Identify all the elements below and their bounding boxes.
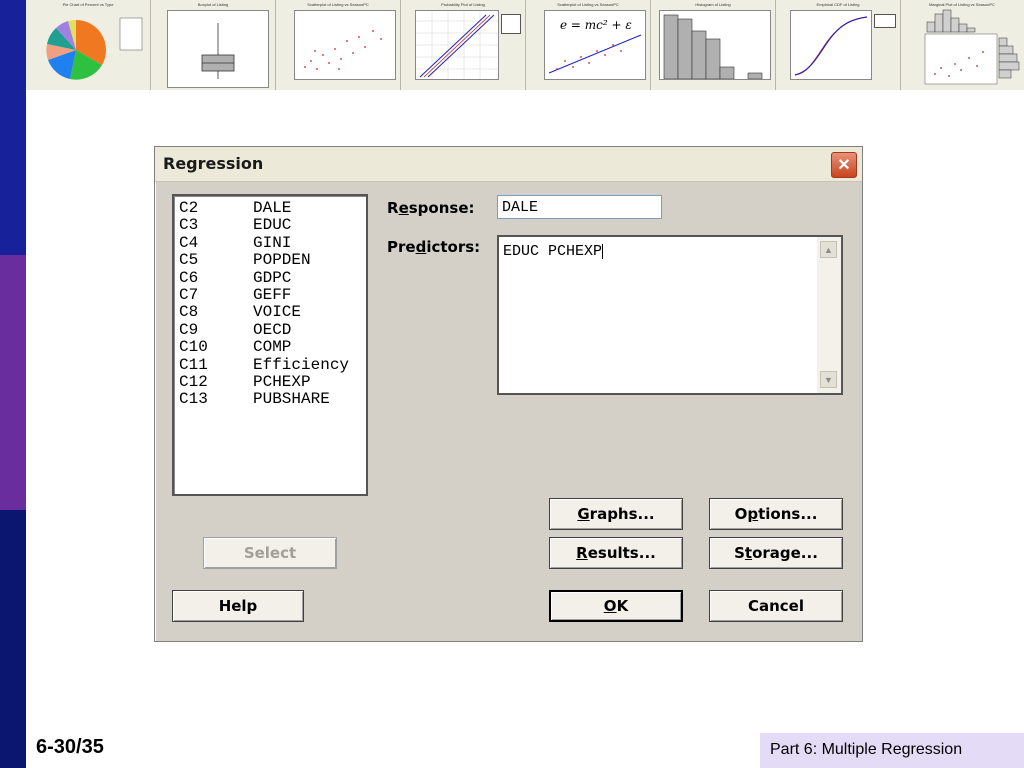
thumbnail-marginal-plot: Marginal Plot of Listing vs SeasonPC bbox=[901, 0, 1023, 90]
scatter-area bbox=[294, 10, 396, 80]
thumbnail-cdf: Empirical CDF of Listing bbox=[776, 0, 901, 90]
thumbnail-title: Scatterplot of Listing vs SeasonPC bbox=[307, 2, 369, 7]
variable-column-id: C5 bbox=[179, 251, 199, 270]
variable-list-item[interactable]: C7 GEFF bbox=[179, 287, 291, 304]
left-bar-segment-bottom bbox=[0, 510, 26, 768]
cancel-button[interactable]: Cancel bbox=[709, 590, 843, 622]
help-button[interactable]: Help bbox=[172, 590, 304, 622]
thumbnail-title: Marginal Plot of Listing vs SeasonPC bbox=[929, 2, 995, 7]
variable-list-item[interactable]: C13 PUBSHARE bbox=[179, 391, 330, 408]
variable-column-id: C12 bbox=[179, 373, 208, 391]
select-button[interactable]: Select bbox=[203, 537, 337, 569]
variable-column-id: C9 bbox=[179, 320, 199, 339]
variable-column-id: C13 bbox=[179, 390, 208, 409]
variable-column-id: C10 bbox=[179, 338, 208, 357]
ok-button[interactable]: OK bbox=[549, 590, 683, 622]
variable-list-item[interactable]: C8 VOICE bbox=[179, 304, 301, 321]
response-label: Response: bbox=[387, 199, 475, 217]
variable-list-item[interactable]: C5 POPDEN bbox=[179, 252, 311, 269]
probability-legend bbox=[501, 14, 521, 34]
variable-list-item[interactable]: C3 EDUC bbox=[179, 217, 291, 234]
thumbnail-title: Histogram of Listing bbox=[695, 2, 731, 7]
variable-list[interactable]: C2 DALE C3 EDUC C4 GINI C5 POPDEN C6 GDPC C7 GEFF C8… bbox=[172, 194, 368, 496]
variable-column-id: C7 bbox=[179, 286, 199, 304]
close-icon: ✕ bbox=[837, 157, 851, 174]
variable-name: PUBSHARE bbox=[253, 390, 330, 409]
thumbnail-scatter-fit: Scatterplot of Listing vs SeasonPC e = m… bbox=[526, 0, 651, 90]
thumbnail-title: Scatterplot of Listing vs SeasonPC bbox=[557, 2, 619, 7]
scroll-up-icon[interactable]: ▲ bbox=[820, 241, 837, 258]
left-bar-segment-top bbox=[0, 0, 26, 255]
close-button[interactable]: ✕ bbox=[831, 152, 857, 178]
variable-list-item[interactable]: C12 PCHEXP bbox=[179, 374, 311, 391]
thumbnail-title: Probability Plot of Listing bbox=[441, 2, 485, 7]
variable-column-id: C11 bbox=[179, 355, 208, 374]
variable-column-id: C6 bbox=[179, 268, 199, 287]
thumbnail-title: Boxplot of Listing bbox=[197, 2, 229, 7]
variable-name: Efficiency bbox=[253, 355, 350, 374]
variable-name: POPDEN bbox=[253, 251, 311, 270]
thumbnail-pie-chart: Pie Chart of Percent vs Type bbox=[26, 0, 151, 90]
variable-list-item[interactable]: C4 GINI bbox=[179, 233, 292, 252]
variable-list-item[interactable]: C10 COMP bbox=[179, 339, 291, 356]
formula-text: e = mc² + ε bbox=[560, 18, 632, 32]
options-button[interactable]: Op tions... bbox=[709, 498, 843, 530]
histogram-area bbox=[659, 10, 771, 80]
predictors-scrollbar[interactable]: ▲ ▼ bbox=[817, 237, 841, 393]
variable-column-id: C4 bbox=[179, 233, 199, 252]
variable-list-item[interactable]: C2 DALE bbox=[179, 200, 291, 217]
left-bar-segment-middle bbox=[0, 255, 26, 510]
thumbnail-boxplot: Boxplot of Listing bbox=[151, 0, 276, 90]
cdf-area bbox=[790, 10, 872, 80]
section-label-box: Part 6: Multiple Regression bbox=[760, 733, 1024, 768]
boxplot-area bbox=[167, 10, 269, 88]
thumbnail-strip: Pie Chart of Percent vs Type Boxplot of … bbox=[26, 0, 1024, 90]
variable-list-item[interactable]: C9 OECD bbox=[179, 320, 292, 339]
variable-name: GINI bbox=[253, 233, 292, 252]
regression-dialog: Regression ✕ C2 DALE C3 EDUC C4 GINI C5 POPDEN C… bbox=[154, 146, 863, 642]
variable-column-id: C3 bbox=[179, 216, 199, 235]
pie-chart-graphic bbox=[46, 17, 143, 80]
variable-name: VOICE bbox=[253, 303, 302, 322]
results-button[interactable]: Results... bbox=[549, 537, 683, 569]
marginal-graphic bbox=[924, 9, 1020, 85]
variable-name: GDPC bbox=[253, 268, 292, 287]
thumbnail-probability-plot: Probability Plot of Listing bbox=[401, 0, 526, 90]
predictors-text: EDUC PCHEXP bbox=[503, 243, 604, 260]
thumbnail-title: Empirical CDF of Listing bbox=[816, 2, 860, 7]
thumbnail-histogram: Histogram of Listing bbox=[651, 0, 776, 90]
variable-name: COMP bbox=[253, 338, 292, 357]
cdf-legend bbox=[874, 14, 896, 28]
variable-name: GEFF bbox=[253, 286, 292, 304]
variable-list-item[interactable]: C6 GDPC bbox=[179, 268, 292, 287]
storage-button[interactable]: St orage... bbox=[709, 537, 843, 569]
probability-area bbox=[415, 10, 499, 80]
variable-column-id: C8 bbox=[179, 303, 199, 322]
left-accent-bar bbox=[0, 0, 26, 768]
variable-name: PCHEXP bbox=[253, 373, 311, 391]
response-input[interactable]: DALE bbox=[497, 195, 662, 219]
predictors-input[interactable]: EDUC PCHEXP ▲ ▼ bbox=[497, 235, 843, 395]
dialog-titlebar: Regression ✕ bbox=[155, 147, 862, 182]
predictors-label: Predictors: bbox=[387, 238, 481, 256]
graphs-button[interactable]: Graphs... bbox=[549, 498, 683, 530]
variable-list-item[interactable]: C11 Efficiency bbox=[179, 355, 350, 374]
variable-name: EDUC bbox=[253, 216, 292, 235]
dialog-title: Regression bbox=[163, 154, 264, 173]
scroll-down-icon[interactable]: ▼ bbox=[820, 371, 837, 388]
slide-number: 6-30/35 bbox=[36, 736, 104, 758]
variable-name: DALE bbox=[253, 199, 292, 217]
section-label: Part 6: Multiple Regression bbox=[770, 741, 963, 758]
thumbnail-scatterplot: Scatterplot of Listing vs SeasonPC bbox=[276, 0, 401, 90]
thumbnail-title: Pie Chart of Percent vs Type bbox=[62, 2, 114, 7]
variable-name: OECD bbox=[253, 320, 292, 339]
variable-column-id: C2 bbox=[179, 199, 199, 217]
